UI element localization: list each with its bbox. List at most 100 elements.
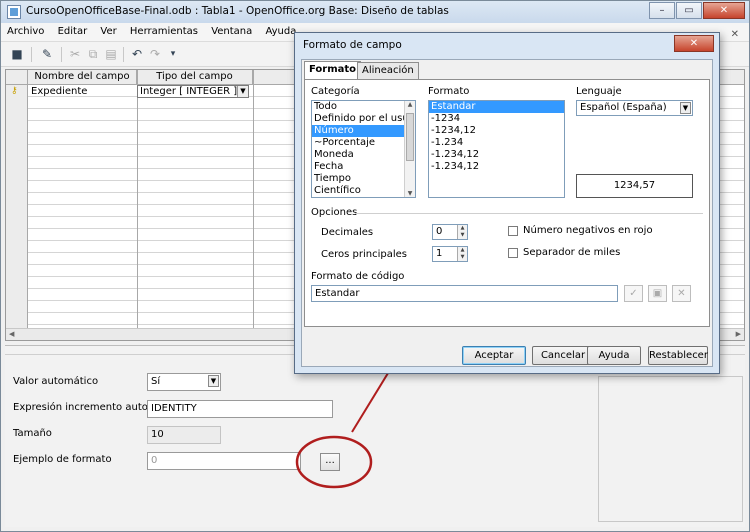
format-example-label: Ejemplo de formato [13, 454, 112, 465]
menu-ventana[interactable]: Ventana [205, 23, 256, 37]
window-controls: – ▭ ✕ [648, 2, 745, 19]
category-label: Categoría [311, 86, 360, 97]
chevron-down-icon[interactable]: ▼ [680, 102, 691, 114]
delete-icon[interactable]: ✕ [672, 285, 691, 302]
row-marker-column [6, 85, 28, 328]
format-item-selected[interactable]: Estandar [429, 101, 564, 113]
toolbar-overflow-icon[interactable]: ▾ [165, 46, 181, 62]
spinner-arrows-icon[interactable]: ▲ ▼ [457, 247, 467, 261]
redo-icon[interactable]: ↷ [147, 46, 163, 62]
format-list[interactable]: Estandar -1234 -1234,12 -1.234 -1.234,12… [428, 100, 565, 198]
menu-editar[interactable]: Editar [52, 23, 92, 37]
scroll-down-icon[interactable]: ▼ [405, 190, 415, 197]
autoincrement-label: Expresión incremento automát [13, 402, 168, 413]
maximize-button[interactable]: ▭ [676, 2, 702, 19]
toolbar-separator [123, 47, 124, 62]
decimals-label: Decimales [321, 227, 374, 238]
close-document-icon[interactable]: ✕ [725, 26, 743, 40]
size-label: Tamaño [13, 428, 52, 439]
format-code-label: Formato de código [311, 271, 405, 282]
leading-zeros-spinner[interactable]: 1 ▲ ▼ [432, 246, 468, 262]
close-button[interactable]: ✕ [703, 2, 745, 19]
autoincrement-input[interactable]: IDENTITY [147, 400, 333, 418]
field-name-cell[interactable]: Expediente [31, 86, 87, 97]
format-example-field: 0 [147, 452, 301, 470]
menu-archivo[interactable]: Archivo [1, 23, 48, 37]
undo-icon[interactable]: ↶ [129, 46, 145, 62]
cut-icon[interactable]: ✂ [67, 46, 83, 62]
scroll-up-icon[interactable]: ▲ [405, 101, 415, 108]
primary-key-icon: ⚷ [11, 86, 18, 96]
options-label: Opciones [311, 207, 358, 218]
format-preview: 1234,57 [576, 174, 693, 198]
ok-button[interactable]: Aceptar [462, 346, 526, 365]
chevron-down-icon[interactable]: ▼ [208, 375, 219, 387]
format-item[interactable]: -1.234,12 [429, 149, 564, 161]
row-header-corner [6, 70, 28, 85]
category-item[interactable]: ~Porcentaje [312, 137, 415, 149]
scroll-left-icon[interactable]: ◀ [9, 329, 14, 340]
scroll-right-icon[interactable]: ▶ [736, 329, 741, 340]
category-item[interactable]: Tiempo [312, 173, 415, 185]
category-item[interactable]: Moneda [312, 149, 415, 161]
scroll-thumb[interactable] [406, 113, 414, 161]
column-header-field-type[interactable]: Tipo del campo [137, 70, 253, 85]
minimize-button[interactable]: – [649, 2, 675, 19]
dialog-title: Formato de campo [303, 39, 402, 51]
edit-icon[interactable]: ✎ [39, 46, 55, 62]
category-scrollbar[interactable]: ▲ ▼ [404, 101, 415, 197]
auto-value-label: Valor automático [13, 376, 99, 387]
menu-ver[interactable]: Ver [94, 23, 120, 37]
format-item[interactable]: -1234,12 [429, 125, 564, 137]
decimals-value: 0 [436, 226, 443, 237]
dialog-body: Formato Alineación Categoría Todo Defini… [301, 59, 713, 367]
category-item[interactable]: Todo [312, 101, 415, 113]
format-label: Formato [428, 86, 470, 97]
auto-value-value: Sí [151, 376, 161, 387]
menu-herramientas[interactable]: Herramientas [124, 23, 202, 37]
cancel-button[interactable]: Cancelar [532, 346, 594, 365]
category-list[interactable]: Todo Definido por el usuario Número ~Por… [311, 100, 416, 198]
help-button[interactable]: Ayuda [587, 346, 641, 365]
reset-button[interactable]: Restablecer [648, 346, 708, 365]
category-item[interactable]: Definido por el usuario [312, 113, 415, 125]
save-icon[interactable]: ■ [9, 46, 25, 62]
tab-alineacion[interactable]: Alineación [357, 62, 419, 79]
negative-red-label: Número negativos en rojo [523, 225, 653, 236]
chevron-down-icon[interactable]: ▼ [237, 86, 248, 97]
negative-red-checkbox[interactable] [508, 226, 518, 236]
field-type-select[interactable]: Integer [ INTEGER ] ▼ [137, 85, 249, 98]
format-field-dialog: Formato de campo ✕ Formato Alineación Ca… [294, 32, 720, 374]
format-code-input[interactable]: Estandar [311, 285, 618, 302]
size-input[interactable]: 10 [147, 426, 221, 444]
column-header-field-name[interactable]: Nombre del campo [28, 70, 137, 85]
category-item[interactable]: Científico [312, 185, 415, 197]
thousands-separator-checkbox[interactable] [508, 248, 518, 258]
window-title: CursoOpenOfficeBase-Final.odb : Tabla1 -… [26, 5, 449, 17]
category-item-selected[interactable]: Número [312, 125, 415, 137]
options-divider [355, 213, 703, 214]
paste-icon[interactable]: ▤ [103, 46, 119, 62]
format-item[interactable]: -1.234,12 [429, 161, 564, 173]
column-divider [137, 70, 138, 328]
toolbar-separator [61, 47, 62, 62]
auto-value-select[interactable]: Sí ▼ [147, 373, 221, 391]
help-panel [598, 376, 743, 522]
format-item[interactable]: -1234 [429, 113, 564, 125]
decimals-spinner[interactable]: 0 ▲ ▼ [432, 224, 468, 240]
spinner-arrows-icon[interactable]: ▲ ▼ [457, 225, 467, 239]
title-bar: CursoOpenOfficeBase-Final.odb : Tabla1 -… [1, 1, 749, 23]
dialog-close-button[interactable]: ✕ [674, 35, 714, 52]
app-icon [7, 5, 21, 19]
format-tab-page: Categoría Todo Definido por el usuario N… [304, 79, 710, 327]
language-label: Lenguaje [576, 86, 622, 97]
tab-formato[interactable]: Formato [304, 61, 362, 80]
format-options-button[interactable]: ... [320, 453, 340, 471]
copy-icon[interactable]: ⧉ [85, 46, 101, 62]
check-icon[interactable]: ✓ [624, 285, 643, 302]
format-item[interactable]: -1.234 [429, 137, 564, 149]
comment-icon[interactable]: ▣ [648, 285, 667, 302]
category-item[interactable]: Fecha [312, 161, 415, 173]
language-select[interactable]: Español (España) ▼ [576, 100, 693, 116]
thousands-separator-label: Separador de miles [523, 247, 621, 258]
